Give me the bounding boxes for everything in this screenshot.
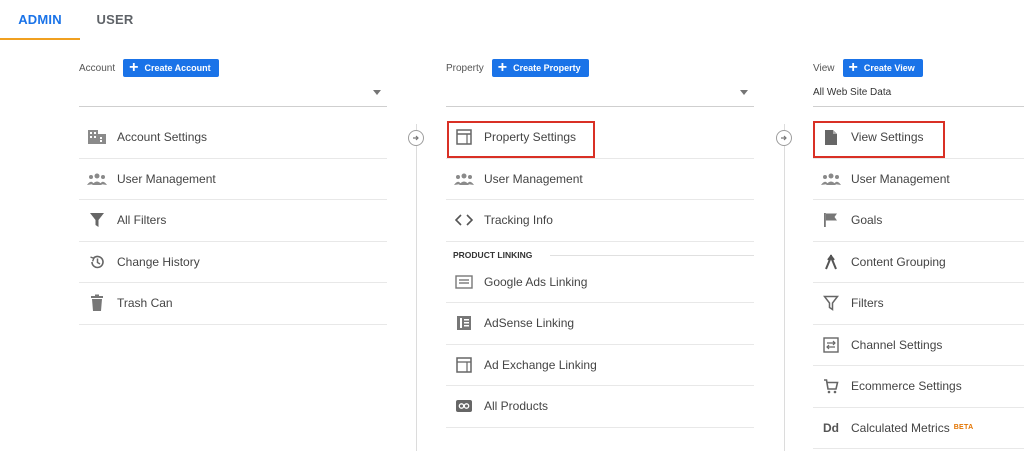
arrow-right-circle-icon <box>776 130 792 146</box>
account-user-management-item[interactable]: User Management <box>79 159 387 200</box>
item-label: User Management <box>851 171 950 186</box>
account-column: Account + Create Account Account Setting… <box>79 56 387 325</box>
item-label: Channel Settings <box>851 337 943 352</box>
account-settings-item[interactable]: Account Settings <box>79 117 387 159</box>
create-view-label: Create View <box>863 63 915 73</box>
grouping-icon <box>821 252 841 272</box>
property-header: Property + Create Property <box>446 56 754 80</box>
property-settings-item[interactable]: Property Settings <box>446 117 754 159</box>
item-label: Filters <box>851 296 884 311</box>
window-icon <box>454 127 474 147</box>
view-column: View + Create View All Web Site Data Vie… <box>813 56 1024 449</box>
filter-outline-icon <box>821 293 841 313</box>
all-filters-item[interactable]: All Filters <box>79 200 387 242</box>
item-label: AdSense Linking <box>484 316 575 331</box>
item-label: Account Settings <box>117 130 208 145</box>
ecommerce-settings-item[interactable]: Ecommerce Settings <box>813 366 1024 408</box>
view-selector[interactable]: All Web Site Data <box>813 80 1024 107</box>
create-account-button[interactable]: + Create Account <box>123 59 219 77</box>
item-label: User Management <box>484 171 583 186</box>
all-products-item[interactable]: All Products <box>446 386 754 428</box>
people-icon <box>821 169 841 189</box>
ads-icon <box>454 272 474 292</box>
tab-user[interactable]: USER <box>80 0 150 40</box>
trash-can-item[interactable]: Trash Can <box>79 283 387 325</box>
item-label: Content Grouping <box>851 254 946 269</box>
item-label: User Management <box>117 171 216 186</box>
item-label: Property Settings <box>484 130 577 145</box>
item-label: Ad Exchange Linking <box>484 357 597 372</box>
calculated-metrics-item[interactable]: Dd Calculated Metrics BETA <box>813 408 1024 449</box>
link-icon <box>454 396 474 416</box>
channel-settings-item[interactable]: Channel Settings <box>813 325 1024 366</box>
plus-icon: + <box>848 59 858 76</box>
view-user-management-item[interactable]: User Management <box>813 159 1024 200</box>
item-label: Calculated Metrics <box>851 420 950 435</box>
account-menu: Account Settings User Management All Fil… <box>79 117 387 325</box>
goals-item[interactable]: Goals <box>813 200 1024 242</box>
item-label: Ecommerce Settings <box>851 379 962 394</box>
plus-icon: + <box>129 59 139 76</box>
create-property-button[interactable]: + Create Property <box>491 59 589 77</box>
dd-icon: Dd <box>823 420 839 435</box>
plus-icon: + <box>497 59 508 76</box>
filter-icon <box>87 210 107 230</box>
history-icon <box>87 252 107 272</box>
building-icon <box>87 127 107 147</box>
view-label: View <box>813 62 835 74</box>
item-label: All Products <box>484 399 549 414</box>
view-menu: View Settings User Management Goals Cont… <box>813 117 1024 449</box>
tracking-info-item[interactable]: Tracking Info <box>446 200 754 242</box>
ad-exchange-icon <box>454 355 474 375</box>
channel-icon <box>821 335 841 355</box>
beta-badge: BETA <box>953 424 974 432</box>
tab-admin[interactable]: ADMIN <box>0 0 80 40</box>
dropdown-caret-icon <box>740 90 748 95</box>
dropdown-caret-icon <box>373 90 381 95</box>
account-selector[interactable] <box>79 80 387 107</box>
code-icon <box>454 210 474 230</box>
property-user-management-item[interactable]: User Management <box>446 159 754 200</box>
property-menu: Property Settings User Management Tracki… <box>446 117 754 428</box>
cart-icon <box>821 376 841 396</box>
view-header: View + Create View <box>813 56 1024 80</box>
change-history-item[interactable]: Change History <box>79 242 387 283</box>
product-linking-heading: PRODUCT LINKING <box>446 242 754 262</box>
view-filters-item[interactable]: Filters <box>813 283 1024 325</box>
view-settings-item[interactable]: View Settings <box>813 117 1024 159</box>
property-column: Property + Create Property Property Sett… <box>446 56 754 428</box>
people-icon <box>87 169 107 189</box>
property-selector[interactable] <box>446 80 754 107</box>
item-label: Goals <box>851 213 883 228</box>
account-label: Account <box>79 62 116 74</box>
property-label: Property <box>446 62 484 74</box>
column-divider <box>784 124 785 451</box>
item-label: Change History <box>117 254 200 269</box>
create-account-label: Create Account <box>144 63 211 73</box>
item-label: Google Ads Linking <box>484 274 588 289</box>
create-property-label: Create Property <box>513 63 581 73</box>
account-header: Account + Create Account <box>79 56 387 80</box>
item-label: View Settings <box>851 130 924 145</box>
top-tabs: ADMIN USER <box>0 0 1024 40</box>
ad-exchange-linking-item[interactable]: Ad Exchange Linking <box>446 345 754 386</box>
item-label: Tracking Info <box>484 213 553 228</box>
people-icon <box>454 169 474 189</box>
document-icon <box>821 127 841 147</box>
view-selected: All Web Site Data <box>813 87 892 98</box>
create-view-button[interactable]: + Create View <box>842 59 923 77</box>
item-label: All Filters <box>117 213 167 228</box>
adsense-icon <box>454 313 474 333</box>
content-grouping-item[interactable]: Content Grouping <box>813 242 1024 283</box>
item-label: Trash Can <box>117 296 173 311</box>
trash-icon <box>87 293 107 313</box>
arrow-right-circle-icon <box>408 130 424 146</box>
flag-icon <box>821 210 841 230</box>
column-divider <box>416 124 417 451</box>
adsense-linking-item[interactable]: AdSense Linking <box>446 303 754 345</box>
google-ads-linking-item[interactable]: Google Ads Linking <box>446 262 754 303</box>
